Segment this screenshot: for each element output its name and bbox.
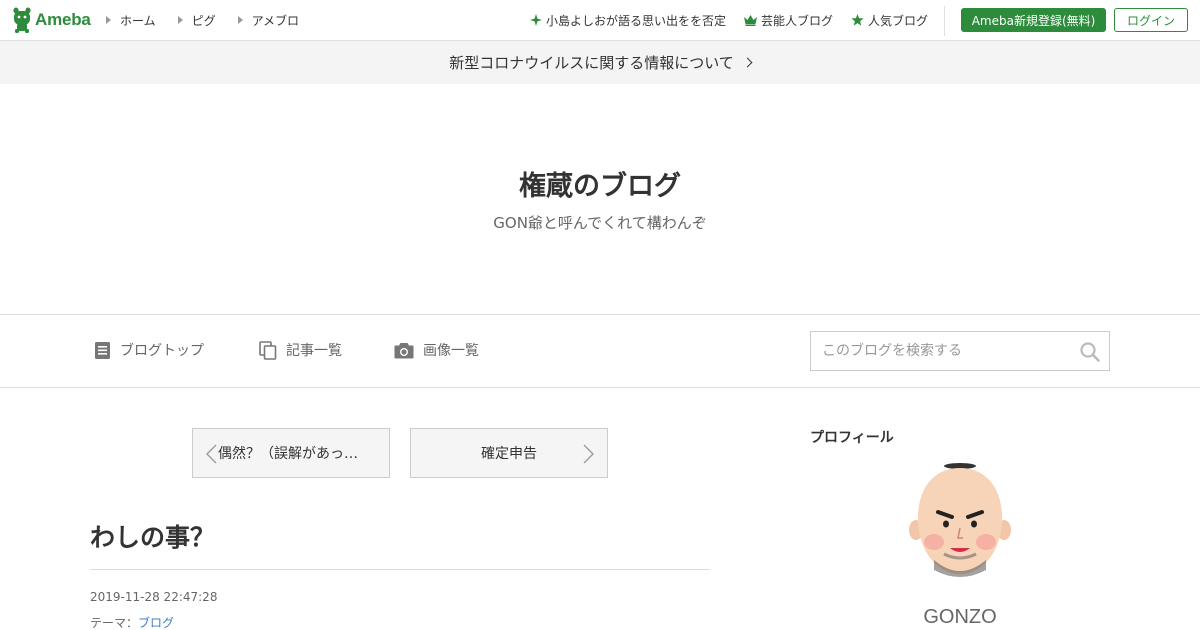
search-input[interactable] (811, 332, 1071, 370)
image-list-link[interactable]: 画像一覧 (394, 340, 479, 360)
entry-title[interactable]: わしの事？ (90, 518, 215, 554)
header-link-label: 人気ブログ (867, 13, 928, 28)
triangle-right-icon (237, 16, 243, 24)
blog-nav: ブログトップ 記事一覧 画像一覧 (0, 314, 1200, 388)
global-header: Ameba ホーム ピグ アメブロ 小島よしおが語る思い出をを否定 芸能人ブログ… (0, 0, 1200, 41)
blog-search (810, 331, 1110, 371)
nav-item-label: アメブロ (251, 13, 300, 28)
avatar-illustration (900, 462, 1020, 582)
blog-nav-label: 画像一覧 (423, 343, 479, 359)
nav-item-label: ピグ (191, 13, 216, 28)
register-button[interactable]: Ameba新規登録(無料) (961, 8, 1106, 32)
header-link-label: 小島よしおが語る思い出をを否定 (545, 13, 726, 28)
entry-list-link[interactable]: 記事一覧 (259, 340, 342, 360)
prev-entry-button[interactable]: 偶然？（誤解があっ… (192, 428, 390, 478)
ameba-mascot-icon (13, 7, 31, 33)
theme-link[interactable]: ブログ (138, 616, 174, 630)
trending-topic-link[interactable]: 小島よしおが語る思い出をを否定 (529, 12, 726, 29)
profile-name[interactable]: GONZO (810, 606, 1110, 629)
covid-notice-link[interactable]: 新型コロナウイルスに関する情報について (0, 41, 1200, 84)
avatar[interactable] (900, 462, 1020, 582)
chevron-left-icon (206, 444, 217, 464)
star-icon (851, 14, 864, 26)
entry-datetime: 2019-11-28 22:47:28 (90, 590, 218, 604)
chevron-right-icon (742, 57, 753, 68)
theme-prefix: テーマ： (90, 616, 139, 630)
nav-item-pigg[interactable]: ピグ (177, 12, 216, 29)
entry-theme: テーマ：ブログ (90, 614, 174, 630)
blog-nav-label: 記事一覧 (286, 343, 342, 359)
header-links: 小島よしおが語る思い出をを否定 芸能人ブログ 人気ブログ (512, 0, 928, 40)
blog-nav-label: ブログトップ (120, 343, 204, 359)
copy-icon (259, 340, 277, 360)
nav-item-label: ホーム (120, 13, 156, 28)
profile-heading: プロフィール (810, 430, 894, 446)
login-button[interactable]: ログイン (1114, 8, 1188, 32)
document-icon (95, 341, 110, 359)
global-nav: ホーム ピグ アメブロ (106, 0, 321, 40)
blog-top-link[interactable]: ブログトップ (94, 340, 204, 360)
crown-icon (743, 14, 757, 26)
next-entry-button[interactable]: 確定申告 (410, 428, 608, 478)
camera-icon (394, 342, 414, 358)
triangle-right-icon (106, 16, 111, 24)
ameba-logo[interactable]: Ameba (12, 7, 91, 33)
entry-divider (90, 569, 710, 570)
blog-title[interactable]: 権蔵のブログ (0, 164, 1200, 203)
nav-item-home[interactable]: ホーム (106, 12, 156, 29)
blog-description: GON爺と呼んでくれて構わんぞ (493, 214, 707, 232)
triangle-right-icon (177, 16, 183, 24)
chevron-right-icon (583, 444, 594, 464)
header-link-label: 芸能人ブログ (760, 13, 833, 28)
header-divider (944, 6, 945, 36)
prev-entry-title: 偶然？（誤解があっ… (218, 446, 358, 462)
next-entry-title: 確定申告 (481, 446, 537, 462)
nav-item-ameblo[interactable]: アメブロ (237, 12, 300, 29)
celebrity-blogs-link[interactable]: 芸能人ブログ (743, 12, 833, 29)
search-icon[interactable] (1079, 341, 1101, 363)
popular-blogs-link[interactable]: 人気ブログ (851, 12, 928, 29)
sparkle-icon (529, 14, 542, 26)
logo-text: Ameba (35, 10, 91, 29)
notice-text: 新型コロナウイルスに関する情報について (449, 54, 734, 72)
